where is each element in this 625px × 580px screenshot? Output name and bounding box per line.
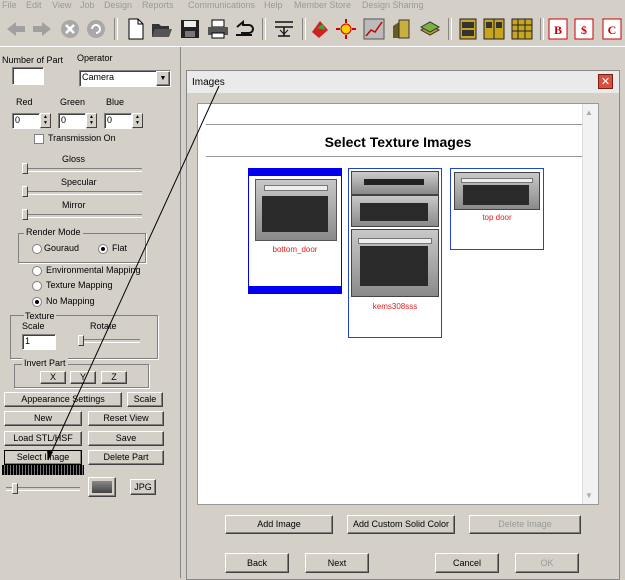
annotation-arrow <box>47 85 220 461</box>
